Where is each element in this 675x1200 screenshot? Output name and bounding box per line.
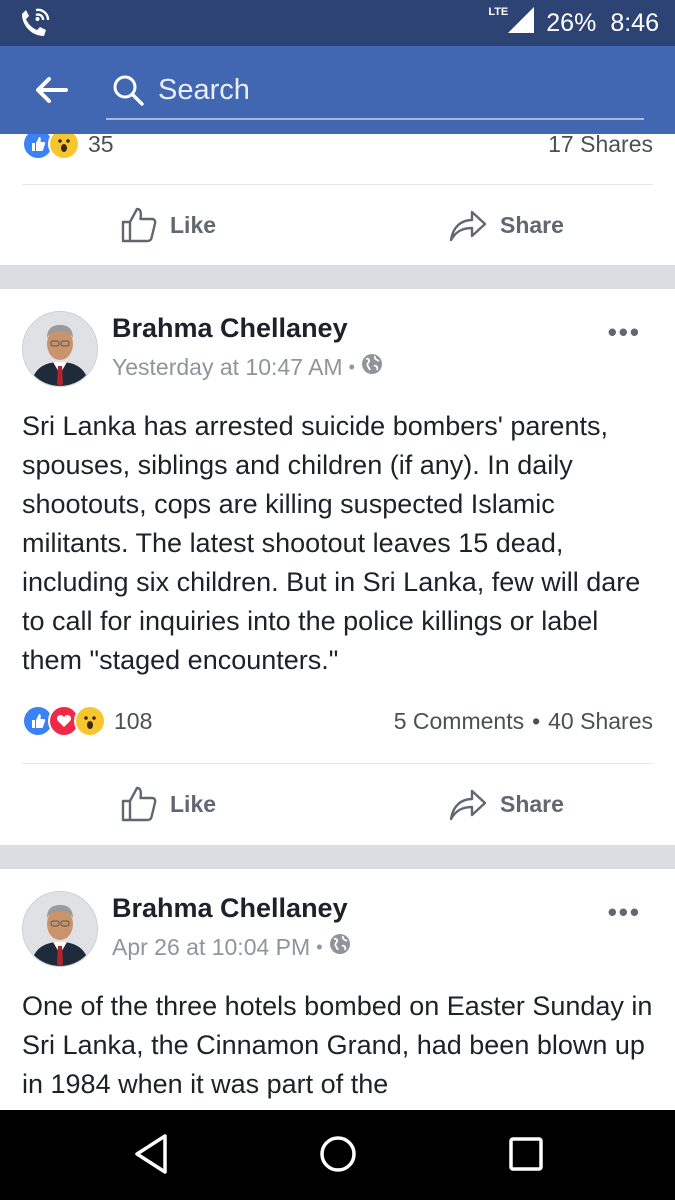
share-arrow-icon (449, 210, 487, 242)
avatar[interactable] (22, 311, 98, 387)
wow-reaction-icon (48, 134, 80, 160)
author-name[interactable]: Brahma Chellaney (112, 313, 348, 344)
avatar[interactable] (22, 891, 98, 967)
share-arrow-icon (449, 789, 487, 821)
back-triangle-icon[interactable] (132, 1132, 170, 1181)
like-button[interactable]: Like (120, 185, 216, 265)
back-arrow-icon[interactable] (34, 76, 68, 109)
globe-icon (361, 353, 383, 381)
comments-count[interactable]: 5 Comments (394, 708, 524, 735)
share-label: Share (500, 790, 564, 817)
action-bar: Like Share (0, 185, 675, 265)
phone-wifi-icon (18, 8, 50, 43)
shares-count[interactable]: 17 Shares (548, 134, 653, 158)
search-field[interactable] (106, 64, 644, 120)
shares-count[interactable]: 40 Shares (548, 708, 653, 735)
post-text: One of the three hotels bombed on Easter… (22, 991, 653, 1099)
like-label: Like (170, 211, 217, 238)
post-meta: Yesterday at 10:47 AM • (112, 353, 383, 381)
like-label: Like (170, 790, 217, 817)
more-options-icon[interactable]: ••• (608, 317, 641, 348)
signal-icon (506, 7, 535, 40)
meta-separator: • (348, 356, 355, 377)
recents-square-icon[interactable] (506, 1132, 546, 1181)
news-feed[interactable]: 35 17 Shares Like Share Brahma Chellaney… (0, 134, 675, 1110)
clock: 8:46 (610, 9, 659, 37)
wow-reaction-icon (74, 705, 106, 737)
post-meta: Apr 26 at 10:04 PM • (112, 933, 351, 961)
reaction-summary[interactable]: 35 17 Shares (22, 134, 653, 164)
home-circle-icon[interactable] (318, 1132, 358, 1181)
reaction-count: 35 (88, 134, 114, 157)
search-icon (112, 74, 144, 111)
more-options-icon[interactable]: ••• (608, 897, 641, 928)
battery-percent: 26% (546, 9, 597, 37)
author-name[interactable]: Brahma Chellaney (112, 893, 348, 924)
network-type: LTE (488, 6, 509, 18)
status-bar: LTE 26% 8:46 (0, 0, 675, 46)
thumbs-up-icon (121, 786, 157, 822)
post-text: Sri Lanka has arrested suicide bombers' … (22, 411, 641, 675)
stat-separator: • (532, 707, 541, 734)
post-timestamp[interactable]: Apr 26 at 10:04 PM (112, 934, 310, 961)
reaction-count: 108 (114, 707, 153, 734)
post-card: Brahma Chellaney Yesterday at 10:47 AM •… (0, 289, 675, 845)
thumbs-up-icon (121, 207, 157, 243)
reaction-summary[interactable]: 108 5 Comments • 40 Shares (22, 701, 653, 741)
like-button[interactable]: Like (120, 764, 216, 844)
globe-icon (329, 933, 351, 961)
post-header: Brahma Chellaney Yesterday at 10:47 AM •… (22, 311, 653, 391)
search-input[interactable] (158, 70, 628, 110)
post-timestamp[interactable]: Yesterday at 10:47 AM (112, 354, 343, 381)
post-card: Brahma Chellaney Apr 26 at 10:04 PM • ••… (0, 869, 675, 1110)
share-button[interactable]: Share (448, 764, 564, 844)
share-label: Share (500, 211, 564, 238)
meta-separator: • (316, 936, 323, 957)
search-header (0, 46, 675, 134)
post-header: Brahma Chellaney Apr 26 at 10:04 PM • ••… (22, 891, 653, 971)
action-bar: Like Share (0, 764, 675, 844)
share-button[interactable]: Share (448, 185, 564, 265)
system-nav-bar (0, 1110, 675, 1200)
post-card: 35 17 Shares Like Share (0, 134, 675, 265)
